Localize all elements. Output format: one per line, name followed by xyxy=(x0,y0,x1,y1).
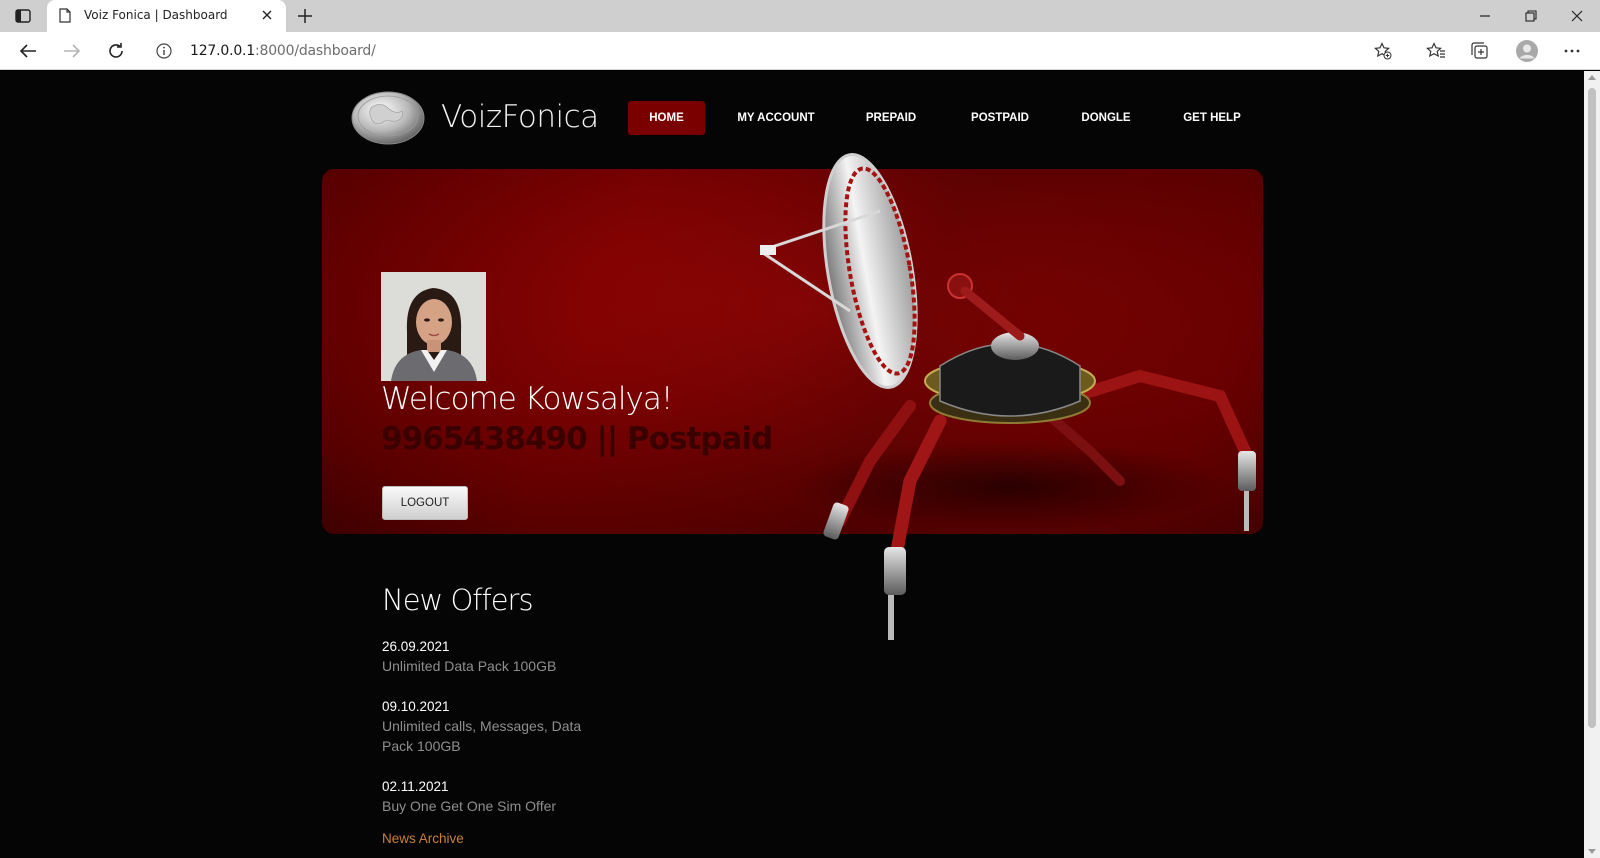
offer-description: Buy One Get One Sim Offer xyxy=(382,798,557,814)
more-menu-icon[interactable] xyxy=(1558,38,1586,64)
nav-prepaid[interactable]: PREPAID xyxy=(856,101,926,135)
account-number-plan: 9965438490 || Postpaid xyxy=(381,421,773,457)
brand-name[interactable]: VoizFonica xyxy=(441,99,599,135)
browser-tab[interactable]: Voiz Fonica | Dashboard xyxy=(47,0,286,32)
globe-logo xyxy=(350,91,426,145)
restore-icon[interactable] xyxy=(1508,0,1554,32)
news-archive-link[interactable]: News Archive xyxy=(382,831,464,846)
tab-title: Voiz Fonica | Dashboard xyxy=(84,8,228,22)
page-icon xyxy=(59,8,71,23)
address-bar[interactable]: 127.0.0.1:8000/dashboard/ xyxy=(142,35,1406,67)
welcome-heading: Welcome Kowsalya! xyxy=(381,381,673,417)
favorites-icon[interactable] xyxy=(1422,38,1450,64)
page-scrollbar[interactable] xyxy=(1584,71,1600,858)
offer-date: 09.10.2021 xyxy=(382,699,450,714)
close-tab-icon[interactable] xyxy=(260,8,274,22)
browser-toolbar: 127.0.0.1:8000/dashboard/ xyxy=(0,32,1600,70)
scrollbar-thumb[interactable] xyxy=(1588,88,1596,728)
user-avatar xyxy=(381,272,486,381)
close-window-icon[interactable] xyxy=(1554,0,1600,32)
nav-postpaid[interactable]: POSTPAID xyxy=(960,101,1040,135)
satellite-robot-illustration xyxy=(756,151,1300,651)
offer-description: Unlimited calls, Messages, Data Pack 100… xyxy=(382,718,582,754)
offer-description: Unlimited Data Pack 100GB xyxy=(382,658,557,674)
collections-icon[interactable] xyxy=(1466,38,1494,64)
scroll-down-icon[interactable] xyxy=(1588,849,1596,854)
logout-button[interactable]: LOGOUT xyxy=(382,486,468,520)
nav-dongle[interactable]: DONGLE xyxy=(1072,101,1140,135)
minimize-icon[interactable] xyxy=(1462,0,1508,32)
nav-get-help[interactable]: GET HELP xyxy=(1176,101,1248,135)
add-favorite-icon[interactable] xyxy=(1374,42,1392,60)
page-viewport: VoizFonica HOME MY ACCOUNT PREPAID POSTP… xyxy=(0,71,1584,858)
new-offers-heading: New Offers xyxy=(382,583,534,617)
tab-actions-icon[interactable] xyxy=(12,6,34,26)
offer-date: 02.11.2021 xyxy=(382,779,449,794)
tab-bar: Voiz Fonica | Dashboard xyxy=(0,0,1600,32)
refresh-icon[interactable] xyxy=(102,38,130,64)
site-info-icon[interactable] xyxy=(156,43,172,59)
nav-my-account[interactable]: MY ACCOUNT xyxy=(731,101,821,135)
scroll-up-icon[interactable] xyxy=(1588,75,1596,80)
nav-home[interactable]: HOME xyxy=(628,101,705,135)
profile-avatar-icon[interactable] xyxy=(1513,38,1541,64)
back-icon[interactable] xyxy=(14,38,42,64)
forward-icon[interactable] xyxy=(58,38,86,64)
offer-date: 26.09.2021 xyxy=(382,639,450,654)
url-text: 127.0.0.1:8000/dashboard/ xyxy=(190,43,376,59)
new-tab-icon[interactable] xyxy=(295,6,315,26)
